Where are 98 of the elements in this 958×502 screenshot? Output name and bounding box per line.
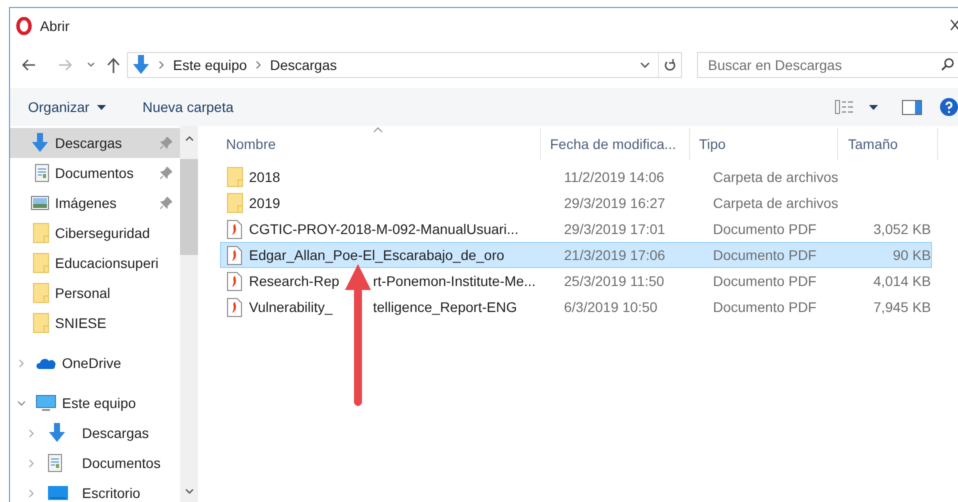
chevron-right-icon — [159, 61, 164, 69]
sidebar-item[interactable]: Documentos — [10, 158, 180, 188]
chevron-right-icon[interactable] — [28, 488, 34, 498]
file-row[interactable]: 2019 29/3/2019 16:27 Carpeta de archivos — [220, 190, 932, 216]
folder-icon — [33, 253, 49, 273]
chevron-up-icon[interactable] — [184, 136, 194, 141]
search-icon[interactable] — [941, 58, 954, 71]
pdf-file-icon — [227, 272, 242, 290]
chevron-right-icon — [256, 61, 261, 69]
tree-item[interactable]: Este equipo — [10, 388, 180, 418]
sidebar-item[interactable]: Educacionsuperi — [10, 248, 180, 278]
chevron-down-icon[interactable] — [87, 62, 95, 68]
sidebar-item[interactable]: Descargas — [10, 128, 180, 158]
file-name: CGTIC-PROY-2018-M-092-ManualUsuari... — [249, 220, 520, 238]
folder-icon — [33, 283, 49, 303]
chevron-down-icon[interactable] — [640, 62, 650, 68]
folder-icon — [33, 223, 49, 243]
address-bar[interactable]: Este equipo Descargas — [127, 52, 682, 78]
pin-icon[interactable] — [160, 197, 172, 209]
scrollbar-thumb[interactable] — [180, 159, 198, 255]
close-icon[interactable] — [950, 18, 958, 32]
new-folder-button[interactable]: Nueva carpeta — [142, 96, 234, 118]
pdf-file-icon — [227, 220, 242, 238]
column-header[interactable]: Fecha de modifica... — [541, 128, 690, 160]
preview-pane-icon[interactable] — [902, 100, 922, 114]
sort-caret-icon — [373, 127, 383, 133]
help-icon[interactable] — [940, 98, 958, 116]
download-arrow-icon — [31, 133, 49, 153]
type-cell-text: Documento PDF — [712, 272, 818, 290]
scrollbar[interactable] — [180, 126, 198, 502]
date-cell-text: 25/3/2019 11:50 — [563, 272, 666, 290]
folder-icon — [227, 193, 243, 213]
date-cell-text: 29/3/2019 16:27 — [563, 194, 666, 212]
chevron-right-icon[interactable] — [18, 358, 24, 368]
tree-item[interactable]: Descargas — [10, 418, 180, 448]
file-name: 2018 — [249, 168, 282, 186]
folder-icon — [227, 167, 243, 187]
back-arrow-icon[interactable] — [22, 59, 36, 71]
window-title: Abrir — [40, 16, 70, 36]
pin-icon[interactable] — [160, 167, 172, 179]
date-cell-text: 29/3/2019 17:01 — [563, 220, 666, 238]
tree-item[interactable]: OneDrive — [10, 348, 180, 378]
sidebar-item[interactable]: Personal — [10, 278, 180, 308]
cloud-icon — [36, 357, 56, 369]
column-header[interactable]: Nombre — [206, 128, 541, 160]
document-icon — [48, 454, 62, 472]
refresh-icon[interactable] — [664, 58, 676, 72]
sidebar-item[interactable]: Imágenes — [10, 188, 180, 218]
type-cell-text: Carpeta de archivos — [712, 168, 840, 187]
download-arrow-icon — [48, 423, 66, 443]
date-cell-text: 11/2/2019 14:06 — [563, 168, 666, 186]
type-cell-text: Documento PDF — [712, 220, 818, 238]
file-name-fragment: Vulnerability_ — [249, 298, 334, 317]
chevron-right-icon[interactable] — [28, 458, 34, 468]
file-name: 2019 — [249, 194, 282, 212]
up-arrow-icon[interactable] — [107, 58, 120, 72]
type-cell-text: Documento PDF — [712, 298, 818, 316]
column-header[interactable]: Tamaño — [838, 128, 938, 160]
download-arrow-icon — [132, 55, 150, 75]
file-row[interactable]: 2018 11/2/2019 14:06 Carpeta de archivos — [220, 164, 932, 190]
folder-icon — [33, 313, 49, 333]
caret-icon[interactable] — [869, 104, 878, 110]
file-row[interactable]: CGTIC-PROY-2018-M-092-ManualUsuari... 29/3/2019 17:01 Documento PDF 3,052 KB — [220, 216, 932, 242]
size-cell-text: 4,014 KB — [872, 272, 931, 290]
file-name-fragment: rt-Ponemon-Institute-Me... — [373, 272, 536, 290]
sidebar-item[interactable]: SNIESE — [10, 308, 180, 338]
tree-item[interactable]: Escritorio — [10, 478, 180, 502]
size-cell-text: 7,945 KB — [872, 298, 931, 316]
date-cell-text: 6/3/2019 10:50 — [563, 298, 658, 316]
type-cell-text: Documento PDF — [712, 246, 818, 264]
pdf-file-icon — [227, 298, 242, 316]
search-field[interactable]: Buscar en Descargas — [697, 52, 958, 78]
size-cell-text: 3,052 KB — [872, 220, 931, 238]
pdf-file-icon — [227, 246, 242, 264]
breadcrumb-item[interactable]: Este equipo — [173, 54, 247, 76]
document-icon — [35, 164, 49, 182]
monitor-icon — [36, 395, 56, 411]
file-name: Edgar_Allan_Poe-El_Escarabajo_de_oro — [249, 246, 506, 265]
desktop-icon — [48, 486, 68, 500]
type-cell-text: Carpeta de archivos — [712, 194, 840, 213]
organize-button[interactable]: Organizar — [28, 96, 106, 118]
file-row[interactable]: Vulnerability_ telligence_Report-ENG 6/3/2019 10:50 Documento PDF 7,945 KB — [220, 294, 932, 320]
file-row[interactable]: Edgar_Allan_Poe-El_Escarabajo_de_oro 21/3/2019 17:06 Documento PDF 90 KB — [220, 242, 932, 268]
size-cell-text: 90 KB — [892, 246, 931, 264]
column-header[interactable]: Tipo — [690, 128, 838, 160]
chevron-down-icon[interactable] — [16, 400, 26, 406]
tree-item[interactable]: Documentos — [10, 448, 180, 478]
file-row[interactable]: Research-Rep rt-Ponemon-Institute-Me... 25/3/2019 11:50 Documento PDF 4,014 KB — [220, 268, 932, 294]
app-logo-icon — [16, 17, 32, 35]
breadcrumb-item[interactable]: Descargas — [270, 54, 337, 76]
chevron-right-icon[interactable] — [28, 428, 34, 438]
file-name-fragment: telligence_Report-ENG — [373, 298, 517, 317]
date-cell-text: 21/3/2019 17:06 — [563, 246, 666, 264]
picture-icon — [31, 196, 49, 210]
view-options-icon[interactable] — [835, 100, 855, 114]
file-name-fragment: Research-Rep — [249, 272, 340, 291]
chevron-down-icon[interactable] — [184, 489, 194, 494]
sidebar-item[interactable]: Ciberseguridad — [10, 218, 180, 248]
